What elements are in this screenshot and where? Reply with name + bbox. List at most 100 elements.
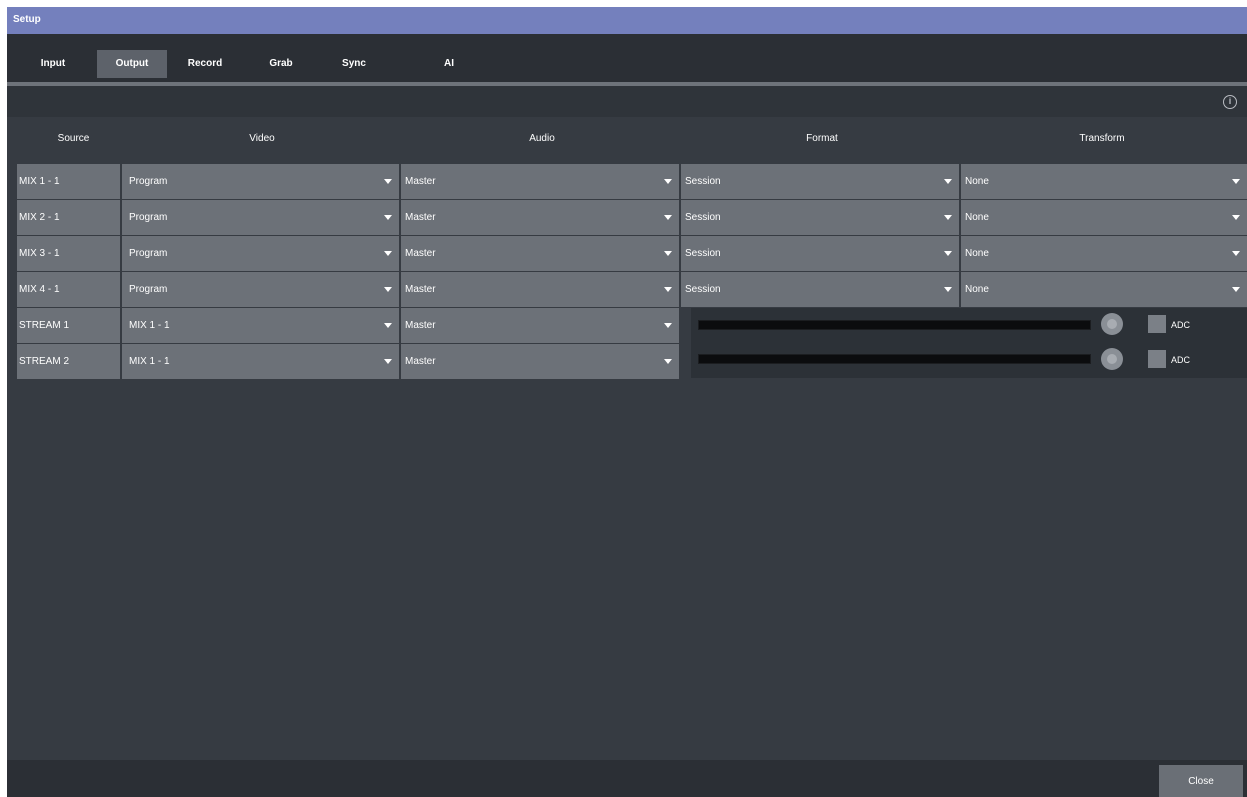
dropdown-arrow-icon bbox=[1232, 215, 1240, 220]
dropdown-arrow-icon bbox=[664, 215, 672, 220]
audio-select[interactable]: Master bbox=[401, 344, 679, 379]
stream-rows: STREAM 1 MIX 1 - 1 Master STREAM 2 MIX 1… bbox=[17, 308, 1247, 379]
dropdown-arrow-icon bbox=[1232, 287, 1240, 292]
gear-icon[interactable] bbox=[1101, 313, 1123, 335]
dropdown-arrow-icon bbox=[384, 215, 392, 220]
adc-checkbox[interactable] bbox=[1148, 350, 1166, 368]
transform-select[interactable]: None bbox=[961, 272, 1247, 307]
dropdown-arrow-icon bbox=[384, 287, 392, 292]
info-icon[interactable]: i bbox=[1223, 95, 1237, 109]
dropdown-arrow-icon bbox=[664, 323, 672, 328]
header-video: Video bbox=[249, 133, 275, 144]
header-format: Format bbox=[806, 133, 838, 144]
dropdown-arrow-icon bbox=[664, 359, 672, 364]
checkbox-label: ADC bbox=[1171, 355, 1191, 365]
header-source: Source bbox=[57, 133, 90, 144]
setup-window: Setup Input Output Record Grab Sync AI i… bbox=[7, 7, 1247, 797]
source-cell: MIX 4 - 1 bbox=[17, 272, 120, 307]
source-cell: STREAM 2 bbox=[17, 344, 120, 379]
info-bar: i bbox=[7, 86, 1247, 117]
transform-value: None bbox=[965, 212, 989, 223]
dropdown-arrow-icon bbox=[664, 251, 672, 256]
source-cell: MIX 2 - 1 bbox=[17, 200, 120, 235]
audio-value: Master bbox=[405, 248, 436, 259]
source-cell: MIX 3 - 1 bbox=[17, 236, 120, 271]
video-select[interactable]: Program bbox=[122, 272, 399, 307]
dropdown-arrow-icon bbox=[944, 179, 952, 184]
dropdown-arrow-icon bbox=[384, 179, 392, 184]
header-transform: Transform bbox=[1079, 133, 1125, 144]
video-select[interactable]: Program bbox=[122, 200, 399, 235]
transform-select[interactable]: None bbox=[961, 164, 1247, 199]
dropdown-arrow-icon bbox=[664, 179, 672, 184]
source-cell: STREAM 1 bbox=[17, 308, 120, 343]
audio-select[interactable]: Master bbox=[401, 272, 679, 307]
dropdown-arrow-icon bbox=[664, 287, 672, 292]
transform-select[interactable]: None bbox=[961, 200, 1247, 235]
dropdown-arrow-icon bbox=[384, 359, 392, 364]
video-value: Program bbox=[129, 284, 168, 295]
source-cell: MIX 1 - 1 bbox=[17, 164, 120, 199]
video-select[interactable]: Program bbox=[122, 164, 399, 199]
format-select[interactable]: Session bbox=[681, 236, 959, 271]
audio-value: Master bbox=[405, 176, 436, 187]
format-value: Session bbox=[685, 284, 721, 295]
transform-value: None bbox=[965, 248, 989, 259]
table-row: MIX 3 - 1 Program Master Session None bbox=[17, 236, 1247, 271]
audio-value: Master bbox=[405, 284, 436, 295]
tab-bar: Input Output Record Grab Sync AI bbox=[7, 34, 1247, 82]
dropdown-arrow-icon bbox=[384, 251, 392, 256]
dropdown-arrow-icon bbox=[384, 323, 392, 328]
format-value: Session bbox=[685, 212, 721, 223]
tab-ai[interactable]: AI bbox=[429, 50, 469, 78]
video-value: Program bbox=[129, 248, 168, 259]
audio-value: Master bbox=[405, 320, 436, 331]
stream-controls: ADC ADC bbox=[691, 308, 1247, 378]
transform-select[interactable]: None bbox=[961, 236, 1247, 271]
title-bar: Setup bbox=[7, 7, 1247, 34]
video-value: MIX 1 - 1 bbox=[129, 320, 170, 331]
format-value: Session bbox=[685, 248, 721, 259]
adc-checkbox[interactable] bbox=[1148, 315, 1166, 333]
video-value: Program bbox=[129, 176, 168, 187]
format-select[interactable]: Session bbox=[681, 272, 959, 307]
audio-select[interactable]: Master bbox=[401, 308, 679, 343]
close-button[interactable]: Close bbox=[1159, 765, 1243, 797]
audio-value: Master bbox=[405, 212, 436, 223]
format-select[interactable]: Session bbox=[681, 164, 959, 199]
window-title: Setup bbox=[13, 14, 41, 25]
tab-output[interactable]: Output bbox=[97, 50, 167, 78]
transform-value: None bbox=[965, 176, 989, 187]
header-audio: Audio bbox=[529, 133, 555, 144]
dropdown-arrow-icon bbox=[944, 215, 952, 220]
tab-input[interactable]: Input bbox=[23, 50, 83, 78]
checkbox-label: ADC bbox=[1171, 320, 1191, 330]
footer-bar: Close bbox=[7, 760, 1247, 797]
stream-level-meter bbox=[698, 320, 1091, 330]
audio-select[interactable]: Master bbox=[401, 164, 679, 199]
transform-value: None bbox=[965, 284, 989, 295]
video-select[interactable]: Program bbox=[122, 236, 399, 271]
video-value: MIX 1 - 1 bbox=[129, 356, 170, 367]
table-row: MIX 1 - 1 Program Master Session None bbox=[17, 164, 1247, 199]
format-select[interactable]: Session bbox=[681, 200, 959, 235]
stream-level-meter bbox=[698, 354, 1091, 364]
dropdown-arrow-icon bbox=[944, 287, 952, 292]
table-row: MIX 2 - 1 Program Master Session None bbox=[17, 200, 1247, 235]
tab-record[interactable]: Record bbox=[175, 50, 235, 78]
column-headers: Source Video Audio Format Transform bbox=[7, 117, 1247, 163]
video-select[interactable]: MIX 1 - 1 bbox=[122, 308, 399, 343]
table-row: MIX 4 - 1 Program Master Session None bbox=[17, 272, 1247, 307]
video-select[interactable]: MIX 1 - 1 bbox=[122, 344, 399, 379]
audio-select[interactable]: Master bbox=[401, 236, 679, 271]
dropdown-arrow-icon bbox=[944, 251, 952, 256]
dropdown-arrow-icon bbox=[1232, 251, 1240, 256]
audio-select[interactable]: Master bbox=[401, 200, 679, 235]
format-value: Session bbox=[685, 176, 721, 187]
tab-grab[interactable]: Grab bbox=[255, 50, 307, 78]
gear-icon[interactable] bbox=[1101, 348, 1123, 370]
video-value: Program bbox=[129, 212, 168, 223]
tab-sync[interactable]: Sync bbox=[329, 50, 379, 78]
dropdown-arrow-icon bbox=[1232, 179, 1240, 184]
audio-value: Master bbox=[405, 356, 436, 367]
